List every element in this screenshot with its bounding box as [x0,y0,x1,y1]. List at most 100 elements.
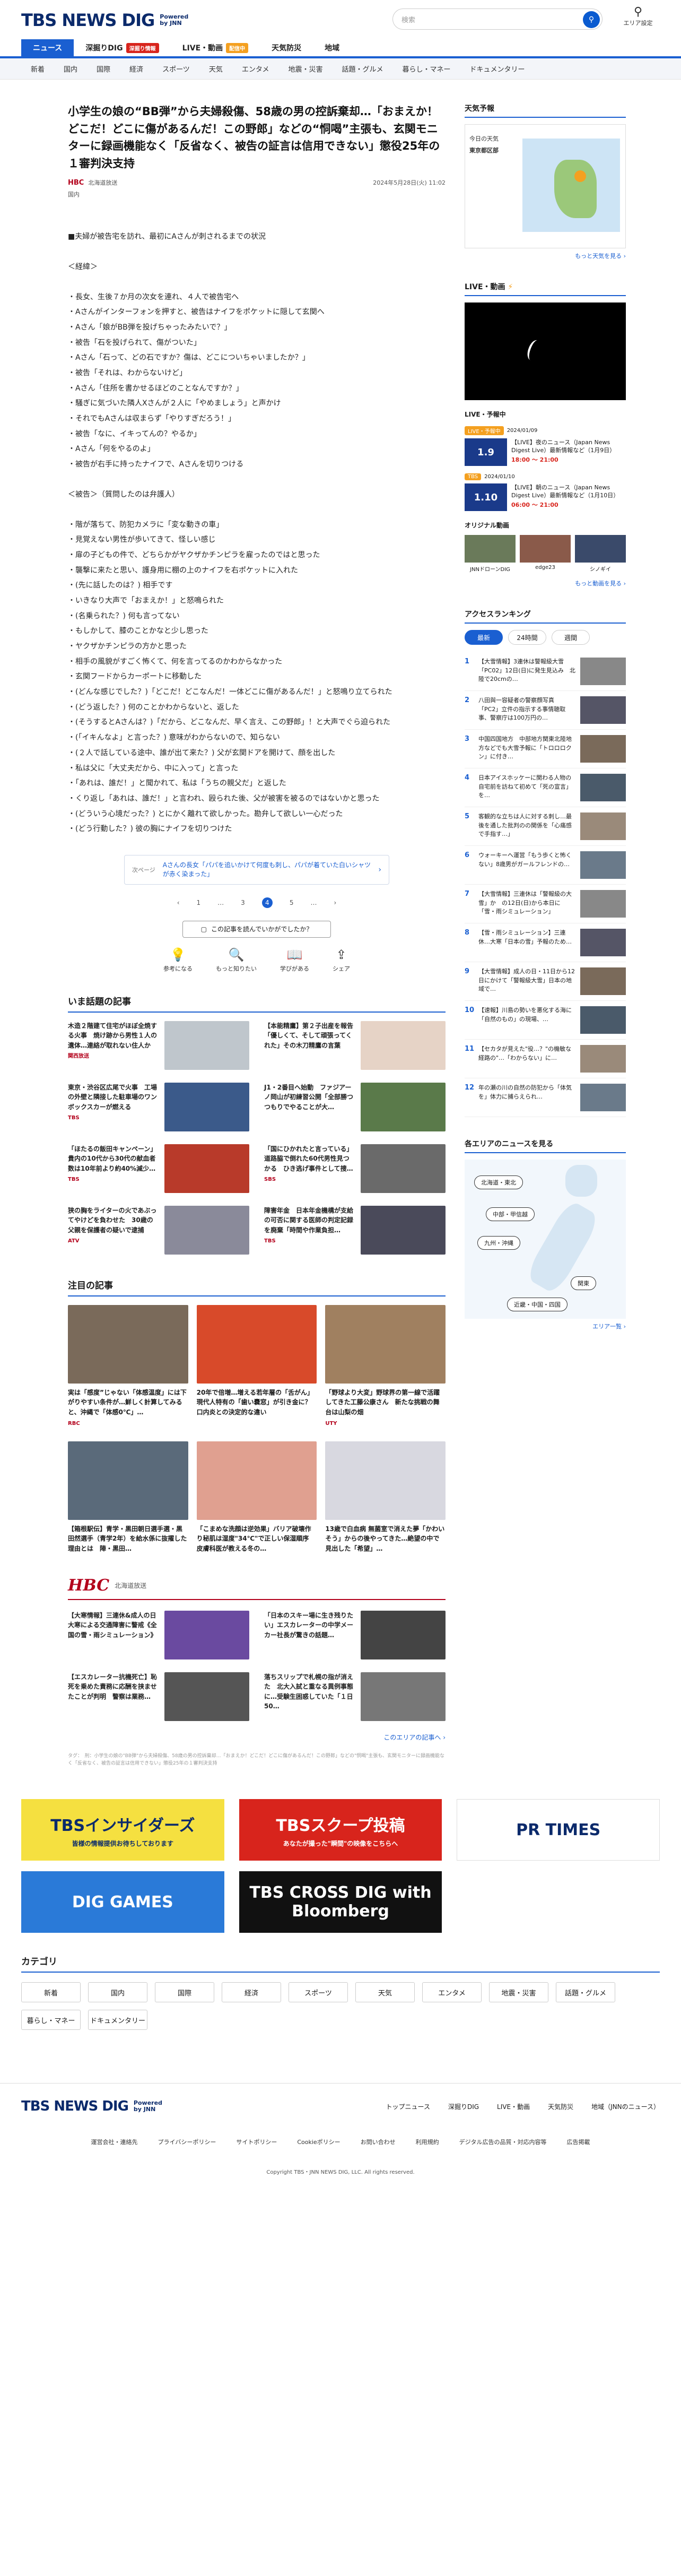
ranking-tab[interactable]: 週間 [552,630,590,645]
ranking-item[interactable]: 9 【大雪情報】成人の日・11日から12日にかけて「警報級大雪」日本の地域で… [465,962,626,1001]
subnav-item[interactable]: 暮らし・マネー [392,64,460,74]
category-button[interactable]: 暮らし・マネー [21,2010,81,2030]
subnav-item[interactable]: 国内 [54,64,87,74]
ranking-item[interactable]: 8 【雪・雨シミュレーション】三連休…大寒「日本の雪」予報のため… [465,923,626,962]
search-reaction-button[interactable]: 🔍 もっと知りたい [216,947,257,973]
list-item[interactable]: 「国にひかれたと言っている」道路脇で倒れた60代男性見つかる ひき逃げ事件として… [264,1144,446,1195]
subnav-item[interactable]: 話題・グルメ [332,64,392,74]
footer-sub-link[interactable]: サイトポリシー [236,2138,277,2146]
area-more-link[interactable]: エリア一覧 › [465,1322,626,1330]
ranking-item[interactable]: 7 【大雪情報】三連休は「警報級の大雪」か の12日(日)から本日に「雪・雨シミュ… [465,885,626,923]
weather-more-link[interactable]: もっと天気を見る › [465,252,626,260]
page-number[interactable]: 1 [197,899,201,906]
featured-card[interactable]: 実は「感度”じゃない「体感温度」には下がりやすい条件が…鮮しく計算してみると、沖… [68,1304,188,1427]
area-region-button[interactable]: 北海道・東北 [474,1175,523,1189]
hbc-more-link[interactable]: このエリアの記事へ › [68,1733,446,1742]
live-player[interactable] [465,302,626,400]
next-page-link[interactable]: 次ページ Aさんの長女「パパを追いかけて何度も刺し、パパが着ていた白いシャツが赤… [124,854,389,885]
ranking-item[interactable]: 12 年の瀬の川の自然の防犯から「体気を」体力に捕らえられ… [465,1078,626,1117]
list-item[interactable]: 【大寒情報】三連休&成人の日大寒による交通障害に警戒《全国の雪・雨シミュレーショ… [68,1610,249,1662]
area-region-button[interactable]: 関東 [571,1276,596,1290]
article-category[interactable]: 国内 [68,190,446,198]
live-schedule-item[interactable]: TBS 2024/01/10 1.10 【LIVE】朝のニュース（Japan News… [465,473,626,511]
footer-link[interactable]: トップニュース [386,2102,430,2111]
ranking-item[interactable]: 3 中国四国地方 中部地方関東北陸地方などでも大雪予報に「トロロロクン」に付き… [465,730,626,768]
footer-sub-link[interactable]: Cookieポリシー [297,2138,340,2146]
featured-card[interactable]: 「野球より大変」野球界の第一線で活躍してきた工藤公康さん 新たな挑戦の舞台は山梨… [325,1304,446,1427]
category-button[interactable]: 新着 [21,1982,81,2003]
footer-link[interactable]: 深掘りDIG [448,2102,479,2111]
category-button[interactable]: エンタメ [422,1982,482,2003]
area-region-button[interactable]: 九州・沖縄 [477,1236,520,1250]
nav-tab[interactable]: LIVE・動画 配信中 [171,39,260,56]
ranking-tab[interactable]: 最新 [465,630,503,645]
category-button[interactable]: 経済 [222,1982,281,2003]
search-icon[interactable]: ⚲ [583,11,600,28]
footer-link[interactable]: 天気防災 [548,2102,573,2111]
list-item[interactable]: 障害年金 日本年金機構が支給の可否に関する医師の判定記録を廃棄「時間や作業負担…… [264,1205,446,1257]
search-input[interactable]: 検索 ⚲ [392,8,603,30]
promo-banner[interactable]: DIG GAMES [21,1871,224,1933]
area-region-button[interactable]: 中部・甲信越 [486,1207,535,1221]
area-region-button[interactable]: 近畿・中国・四国 [507,1298,568,1311]
category-button[interactable]: スポーツ [289,1982,348,2003]
category-button[interactable]: 国内 [88,1982,147,2003]
promo-banner[interactable]: PR TIMES [457,1799,660,1861]
category-button[interactable]: 話題・グルメ [556,1982,615,2003]
ranking-item[interactable]: 4 日本アイスホッケーに関わる人物の自宅前を訪ねて初めて「死の宣言」を… [465,768,626,807]
promo-banner[interactable]: TBSインサイダーズ 皆様の情報提供お待ちしております [21,1799,224,1861]
list-item[interactable]: 木造２階建て住宅がほぼ全焼する火事 焼け跡から男性１人の遺体…連絡が取れない住人… [68,1021,249,1072]
footer-sub-link[interactable]: お問い合わせ [361,2138,396,2146]
category-button[interactable]: ドキュメンタリー [88,2010,147,2030]
nav-tab[interactable]: 地域 [313,39,351,56]
category-button[interactable]: 地震・災害 [489,1982,548,2003]
subnav-item[interactable]: スポーツ [153,64,199,74]
ranking-item[interactable]: 2 八田與一容疑者の警察顔写真 「PC2」立件の指示する事情聴取事、警察庁は100… [465,691,626,730]
live-more-link[interactable]: もっと動画を見る › [465,579,626,587]
promo-banner[interactable]: TBS CROSS DIG with Bloomberg [239,1871,442,1933]
list-item[interactable]: 「ほたるの飯田キャンペーン」貴内の10代から30代の献血者数は10年前より約40… [68,1144,249,1195]
ranking-item[interactable]: 11 【セカタが見えた"役…？"の機敏な経路の"…「わからない」に… [465,1040,626,1078]
ranking-item[interactable]: 1 【大雪情報】3連休は警報級大雪「PC02」12日(日)に発生見込み 北陸で20… [465,652,626,691]
pager-prev-icon[interactable]: ‹ [177,899,180,906]
promo-banner[interactable]: TBSスクープ投稿 あなたが撮った"瞬間"の映像をこちらへ [239,1799,442,1861]
page-number[interactable]: 3 [241,899,245,906]
footer-sub-link[interactable]: 広告掲載 [566,2138,590,2146]
subnav-item[interactable]: 国際 [87,64,120,74]
footer-link[interactable]: 地域（JNNのニュース） [591,2102,660,2111]
book-reaction-button[interactable]: 📖 学びがある [280,947,309,973]
list-item[interactable]: 【エスカレーター抗機死亡】恥死を乗めた責務に応酬を挟ませたことが判明 警察は業務… [68,1672,249,1723]
list-item[interactable]: 【本能精鷹】第２子出産を報告「優しくて、そして頑張ってくれた」その木刀精鷹の言葉 [264,1021,446,1072]
page-number[interactable]: 4 [261,897,273,908]
live-schedule-item[interactable]: LIVE・予報中 2024/01/09 1.9 【LIVE】夜のニュース（Japan … [465,426,626,466]
ranking-item[interactable]: 6 ウォーキーへ運営「もう歩くと怖くない」8歳男がガールフレンドの… [465,846,626,885]
nav-tab[interactable]: 深掘りDIG 深掘り情報 [74,39,170,56]
list-item[interactable]: 狭の胸をライターの火であぶってやけどを負わせた 30歳の父親を保護者の疑いで逮捕… [68,1205,249,1257]
subnav-item[interactable]: 経済 [120,64,153,74]
featured-card[interactable]: 20年で倍増…増える若年層の「舌がん」現代人特有の「歯い嚢窓」が引き金に？ 口内… [196,1304,317,1427]
subnav-item[interactable]: 天気 [199,64,232,74]
list-item[interactable]: 落ちスリップで札幌の指が消えた 北大入試と重なる異例事態に…受験生困惑していた「… [264,1672,446,1723]
subnav-item[interactable]: 新着 [21,64,54,74]
list-item[interactable]: 東京・渋谷区広尾で火事 工場の外壁と隣接した駐車場のワンボックスカーが燃える TB… [68,1082,249,1134]
footer-sub-link[interactable]: プライバシーポリシー [158,2138,216,2146]
ranking-tab[interactable]: 24時間 [508,630,546,645]
nav-tab[interactable]: ニュース [21,39,74,56]
pager-next-icon[interactable]: › [334,899,336,906]
featured-card[interactable]: 13歳で白血病 無菌室で消えた夢「かわいそう」からの後やってきた…絶望の中で見出… [325,1441,446,1557]
footer-sub-link[interactable]: 利用規約 [416,2138,439,2146]
lightbulb-reaction-button[interactable]: 💡 参考になる [163,947,193,973]
site-logo[interactable]: TBS NEWS DIG Powered by JNN [21,10,191,30]
area-settings-button[interactable]: ⚲ エリア設定 [619,5,657,27]
original-video[interactable]: edge23 [520,535,571,573]
featured-card[interactable]: 「こまめな洗顔は逆効果」バリア破壊作り秘肌は湿度"34℃"で正しい保湿順序 皮膚… [196,1441,317,1557]
share-reaction-button[interactable]: ⇪ シェア [333,947,350,973]
footer-link[interactable]: LIVE・動画 [497,2102,530,2111]
footer-logo[interactable]: TBS NEWS DIG Powered by JNN [21,2098,163,2114]
category-button[interactable]: 国際 [155,1982,214,2003]
original-video[interactable]: シノギイ [575,535,626,573]
list-item[interactable]: J1・2番目へ始動 ファジアーノ岡山が初練習公開「全部勝つつもりでやることが大… [264,1082,446,1134]
featured-card[interactable]: 【箱根駅伝】青学・黒田朝日選手選・黒田然選手（青学2年）を給水係に抜擢した理由と… [68,1441,188,1557]
weather-widget[interactable]: 今日の天気 東京都区部 [465,124,626,248]
footer-sub-link[interactable]: デジタル広告の品質・対応内容等 [459,2138,547,2146]
